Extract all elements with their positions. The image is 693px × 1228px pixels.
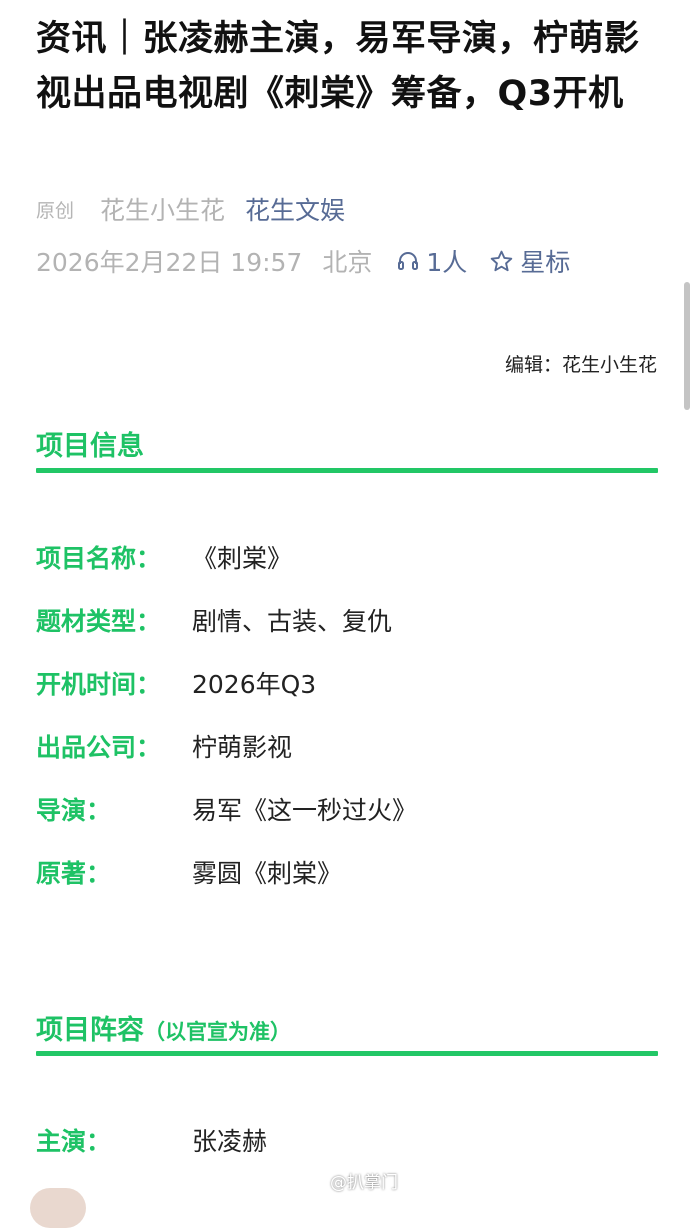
info-label: 主演： [36,1127,112,1156]
section-heading-cast: 项目阵容（以官宣为准） [36,1008,291,1047]
author-name: 花生小生花 [100,196,226,225]
info-value: 柠萌影视 [192,733,293,762]
article-title: 资讯｜张凌赫主演，易军导演，柠萌影视出品电视剧《刺棠》筹备，Q3开机 [36,19,640,114]
info-row-producer: 出品公司： 柠萌影视 [36,726,292,766]
section-divider [36,1051,658,1056]
section-heading-text: 项目阵容 [36,1015,144,1046]
info-row-genre: 题材类型： 剧情、古装、复仇 [36,600,392,640]
info-label: 导演： [36,796,112,825]
section-heading-project-info: 项目信息 [36,424,144,463]
info-label: 开机时间： [36,670,162,699]
section-heading-note: （以官宣为准） [144,1020,291,1044]
listen-count: 1人 [426,248,468,277]
info-row-director: 导演： 易军《这一秒过火》 [36,789,417,829]
headphones-icon [398,252,419,270]
info-label: 项目名称： [36,544,162,573]
info-row-original-work: 原著： 雾圆《刺棠》 [36,852,342,892]
article-page: 资讯｜张凌赫主演，易军导演，柠萌影视出品电视剧《刺棠》筹备，Q3开机 原创 花生… [0,0,693,1228]
info-value: 2026年Q3 [192,670,317,699]
star-label: 星标 [520,248,571,277]
info-value: 《刺棠》 [192,544,293,573]
info-row-start-time: 开机时间： 2026年Q3 [36,663,316,703]
weibo-icon [304,1172,325,1189]
scrollbar[interactable] [684,282,690,410]
weibo-watermark: @扒掌门 [304,1168,398,1193]
listen-button[interactable]: 1人 [396,243,467,279]
article-source-row: 原创 花生小生花 花生文娱 [36,192,345,226]
section-heading-text: 项目信息 [36,431,144,462]
info-label: 题材类型： [36,607,162,636]
info-value: 剧情、古装、复仇 [192,607,393,636]
avatar [30,1188,86,1228]
publish-date: 2026年2月22日 19:57 [36,248,303,277]
article-meta-row: 2026年2月22日 19:57 北京 1人 星标 [36,243,570,279]
info-value: 易军《这一秒过火》 [192,796,418,825]
account-link[interactable]: 花生文娱 [245,191,345,227]
publish-location: 北京 [322,248,373,277]
watermark-text: @扒掌门 [330,1173,398,1193]
info-value: 张凌赫 [192,1127,268,1156]
star-button[interactable]: 星标 [489,243,570,279]
original-tag: 原创 [36,199,75,222]
section-divider [36,468,658,473]
info-value: 雾圆《刺棠》 [192,859,343,888]
info-row-lead-actor: 主演： 张凌赫 [36,1120,267,1160]
star-outline-icon [491,250,513,271]
info-label: 原著： [36,859,112,888]
editor-credit: 编辑：花生小生花 [504,354,657,376]
info-label: 出品公司： [36,733,162,762]
info-row-project-name: 项目名称： 《刺棠》 [36,537,292,577]
